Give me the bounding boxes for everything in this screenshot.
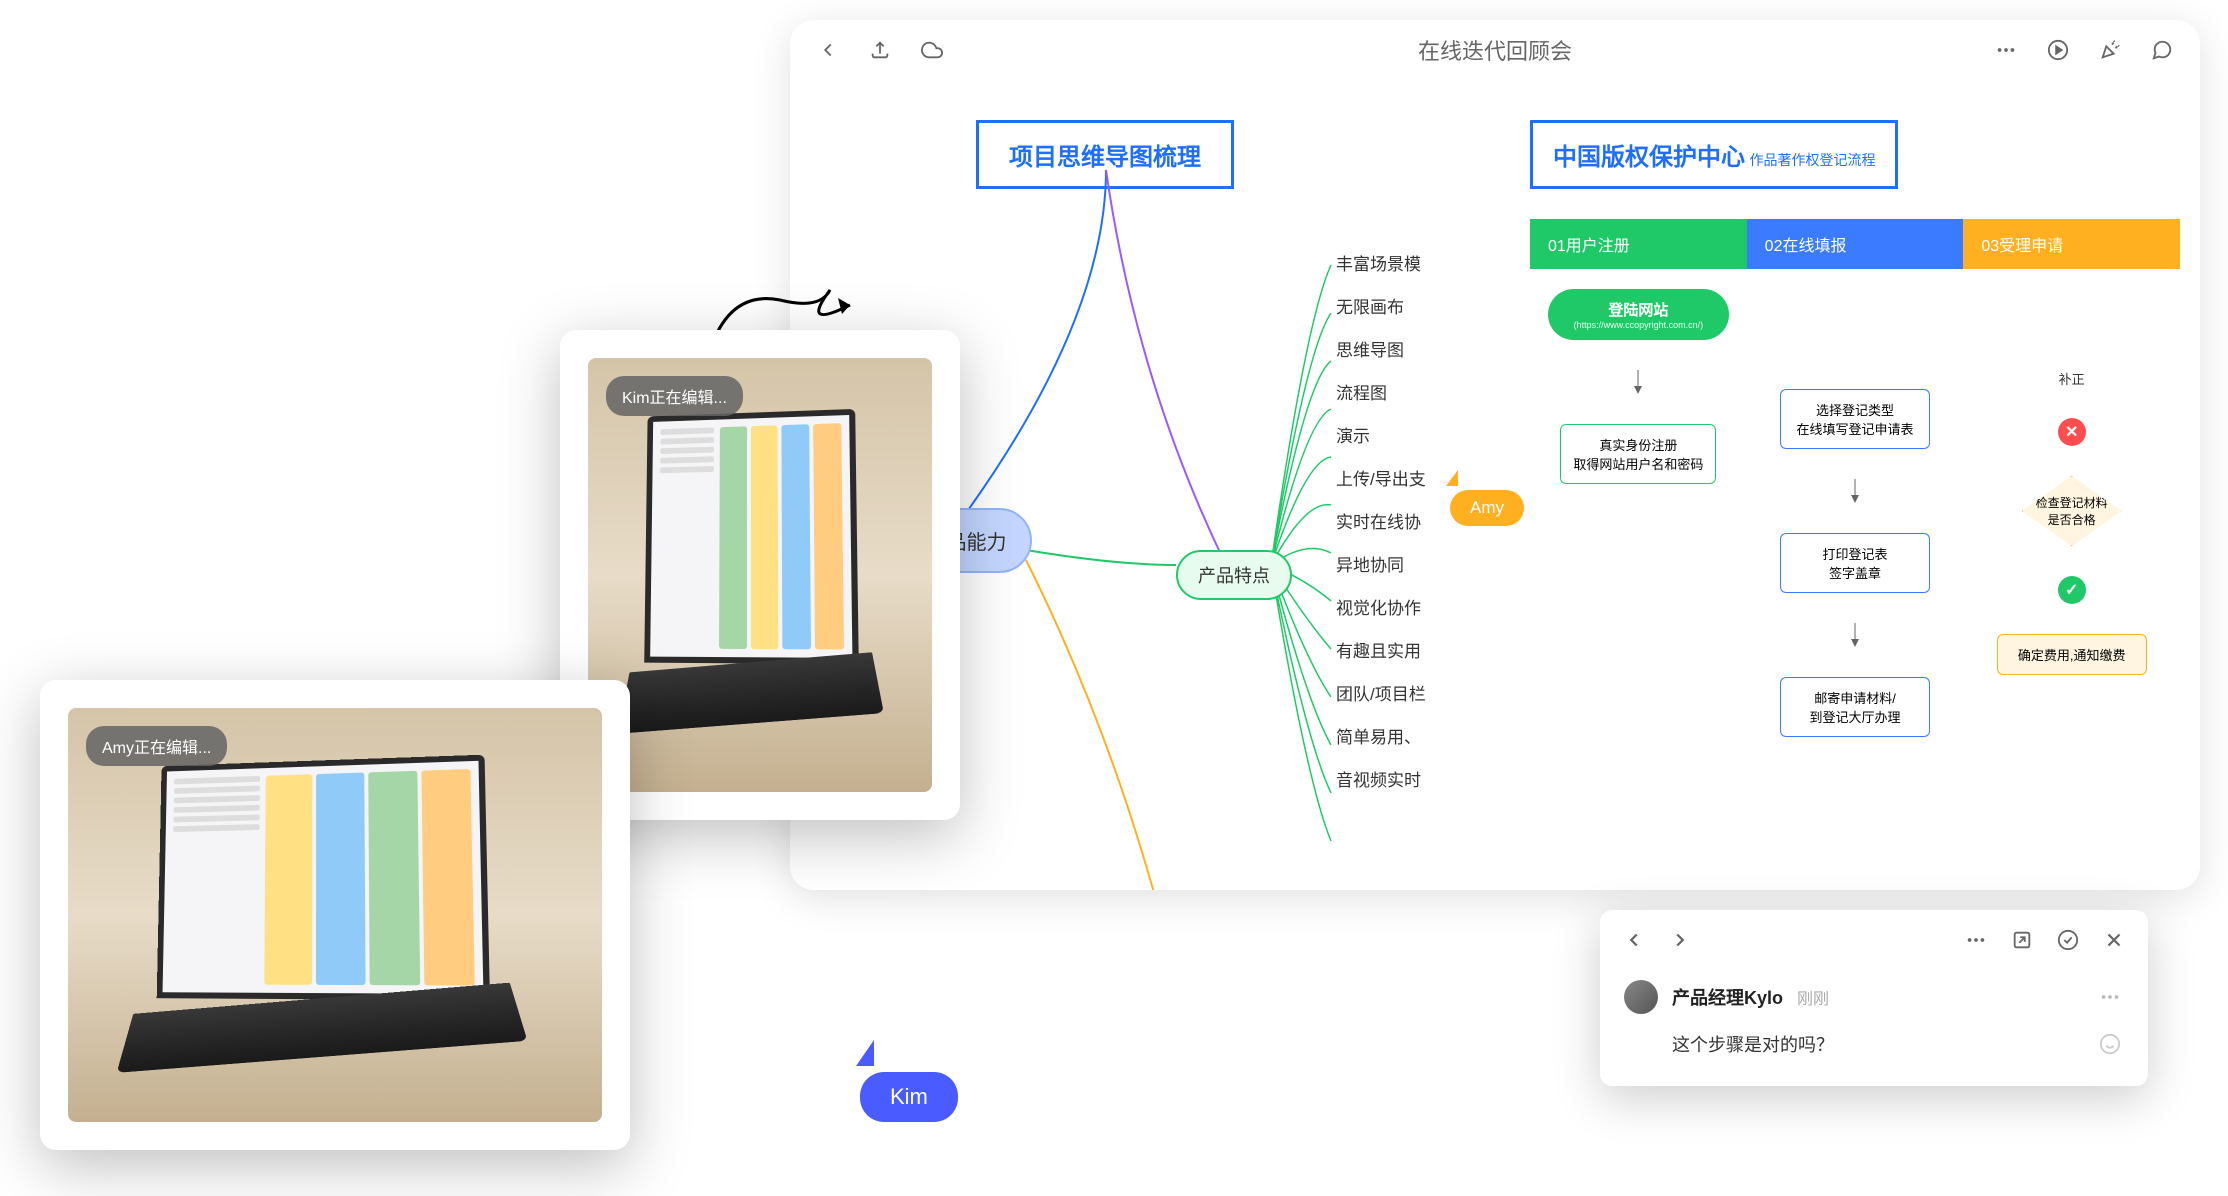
comment-body: 产品经理Kylo 刚刚 这个步骤是对的吗？	[1600, 970, 2148, 1086]
flowchart-lane-1: 登陆网站 (https://www.ccopyright.com.cn/) 真实…	[1530, 269, 1747, 769]
mindmap-title[interactable]: 项目思维导图梳理	[976, 120, 1234, 189]
flowchart-node[interactable]: 打印登记表 签字盖章	[1780, 533, 1930, 593]
mindmap-leaf[interactable]: 简单易用、	[1336, 723, 1426, 748]
open-icon[interactable]	[2008, 926, 2036, 954]
titlebar: 在线迭代回顾会	[790, 20, 2200, 80]
comment-header	[1600, 910, 2148, 970]
flowchart-node[interactable]: 邮寄申请材料/ 到登记大厅办理	[1780, 677, 1930, 737]
flowchart-node[interactable]: 选择登记类型 在线填写登记申请表	[1780, 389, 1930, 449]
flowchart-node[interactable]: 确定费用,通知缴费	[1997, 634, 2147, 675]
flowchart-title: 中国版权保护中心	[1553, 144, 1745, 171]
flowchart-text: 补正	[2059, 369, 2085, 388]
arrow-down-icon	[1849, 623, 1861, 647]
flowchart-subtitle: 作品著作权登记流程	[1749, 152, 1875, 168]
emoji-icon[interactable]	[2096, 1030, 2124, 1058]
comment-user-row: 产品经理Kylo 刚刚	[1624, 980, 2124, 1014]
mindmap-leaf[interactable]: 流程图	[1336, 379, 1426, 404]
pill-label: 登陆网站	[1608, 302, 1668, 319]
comment-user-name: 产品经理Kylo	[1672, 984, 1783, 1010]
mindmap-leaf[interactable]: 思维导图	[1336, 336, 1426, 361]
preview-card-amy: Amy正在编辑...	[40, 680, 630, 1150]
next-icon[interactable]	[1666, 926, 1694, 954]
cursor-label: Amy	[1450, 490, 1524, 526]
flowchart-columns: 01用户注册 02在线填报 03受理申请	[1530, 219, 2180, 269]
prev-icon[interactable]	[1620, 926, 1648, 954]
collaborator-cursor-amy: Amy	[1450, 470, 1524, 526]
mindmap-sub-node[interactable]: 产品特点	[1176, 550, 1292, 600]
mindmap-leaf[interactable]: 有趣且实用	[1336, 637, 1426, 662]
comment-text: 这个步骤是对的吗？	[1672, 1031, 1834, 1057]
mindmap-leaf[interactable]: 演示	[1336, 422, 1426, 447]
mindmap-leaf[interactable]: 音视频实时	[1336, 766, 1426, 791]
cursor-label: Kim	[860, 1072, 958, 1122]
mindmap-leaf[interactable]: 异地协同	[1336, 551, 1426, 576]
mindmap-leaf[interactable]: 视觉化协作	[1336, 594, 1426, 619]
collaborator-cursor-kim: Kim	[860, 1040, 958, 1122]
mindmap-leaf[interactable]: 无限画布	[1336, 293, 1426, 318]
laptop-image	[588, 358, 932, 792]
arrow-down-icon	[1632, 370, 1644, 394]
export-icon[interactable]	[866, 36, 894, 64]
mindmap-leaf[interactable]: 丰富场景模	[1336, 250, 1426, 275]
more-icon[interactable]	[1992, 36, 2020, 64]
flowchart-node[interactable]: 真实身份注册 取得网站用户名和密码	[1560, 424, 1716, 484]
more-icon[interactable]	[1962, 926, 1990, 954]
celebrate-icon[interactable]	[2096, 36, 2124, 64]
editing-badge: Amy正在编辑...	[86, 726, 227, 766]
resolve-icon[interactable]	[2054, 926, 2082, 954]
pill-sublabel: (https://www.ccopyright.com.cn/)	[1574, 320, 1704, 330]
comment-more-icon[interactable]	[2096, 983, 2124, 1011]
laptop-image	[68, 708, 602, 1122]
flowchart-body: 登陆网站 (https://www.ccopyright.com.cn/) 真实…	[1530, 269, 2180, 769]
cloud-icon[interactable]	[918, 36, 946, 64]
flowchart-lane-3: 补正 ✕ 检查登记材料是否合格 ✓ 确定费用,通知缴费	[1963, 269, 2180, 769]
editing-badge: Kim正在编辑...	[606, 376, 743, 416]
avatar	[1624, 980, 1658, 1014]
mindmap-leaves: 丰富场景模 无限画布 思维导图 流程图 演示 上传/导出支 实时在线协 异地协同…	[1336, 250, 1426, 791]
success-icon: ✓	[2058, 576, 2086, 604]
flowchart-col-header: 01用户注册	[1530, 219, 1747, 269]
comment-timestamp: 刚刚	[1797, 985, 1829, 1009]
app-window: 在线迭代回顾会 项目思维导图梳理	[790, 20, 2200, 890]
arrow-down-icon	[1849, 479, 1861, 503]
close-icon[interactable]	[2100, 926, 2128, 954]
comment-icon[interactable]	[2148, 36, 2176, 64]
back-icon[interactable]	[814, 36, 842, 64]
flowchart-title-box[interactable]: 中国版权保护中心 作品著作权登记流程	[1530, 120, 1898, 189]
page-title: 在线迭代回顾会	[1418, 34, 1572, 66]
error-icon: ✕	[2058, 418, 2086, 446]
flowchart-lane-2: 选择登记类型 在线填写登记申请表 打印登记表 签字盖章 邮寄申请材料/ 到登记大…	[1747, 269, 1964, 769]
mindmap-leaf[interactable]: 团队/项目栏	[1336, 680, 1426, 705]
mindmap-leaf[interactable]: 上传/导出支	[1336, 465, 1426, 490]
comment-popup: 产品经理Kylo 刚刚 这个步骤是对的吗？	[1600, 910, 2148, 1086]
mindmap: 项目思维导图梳理 ix产品能力 产品特点	[876, 120, 1476, 189]
mindmap-leaf[interactable]: 实时在线协	[1336, 508, 1426, 533]
flowchart-start-pill[interactable]: 登陆网站 (https://www.ccopyright.com.cn/)	[1548, 289, 1730, 340]
play-icon[interactable]	[2044, 36, 2072, 64]
flowchart: 中国版权保护中心 作品著作权登记流程 01用户注册 02在线填报 03受理申请 …	[1530, 120, 2180, 769]
flowchart-col-header: 03受理申请	[1963, 219, 2180, 269]
flowchart-decision[interactable]: 检查登记材料是否合格	[2022, 476, 2122, 546]
flowchart-col-header: 02在线填报	[1747, 219, 1964, 269]
